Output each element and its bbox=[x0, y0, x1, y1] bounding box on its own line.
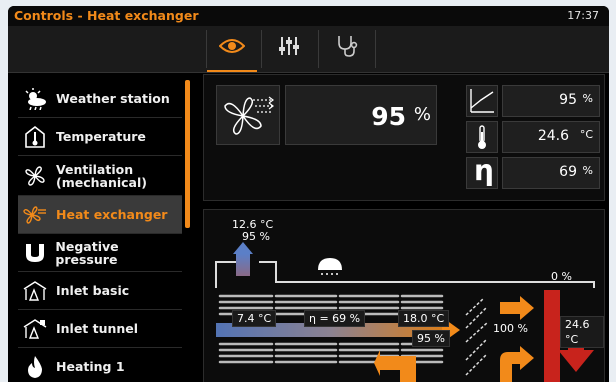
app-screen: Controls - Heat exchanger 17:37 Weather … bbox=[8, 6, 609, 382]
sidebar-item-label: Inlet tunnel bbox=[56, 321, 139, 336]
page-title: Controls - Heat exchanger bbox=[14, 8, 199, 23]
right-temperature: 18.0 °C bbox=[398, 310, 450, 327]
efficiency-value-box: 69 % bbox=[502, 157, 600, 189]
curve-value-box: 95 % bbox=[502, 85, 600, 117]
heat-exchanger-diagram: 12.6 °C 95 % 7.4 °C η = 69 % 18.0 °C 95 … bbox=[203, 209, 605, 382]
summary-panel: 95 % 95 % 24.6 °C η 69 % bbox=[203, 74, 605, 201]
fan-icon bbox=[22, 163, 48, 189]
sidebar-item-label: Weather station bbox=[56, 91, 170, 106]
temperature-unit: °C bbox=[579, 128, 593, 141]
curve-icon bbox=[470, 89, 494, 113]
outlet-percent: 95 % bbox=[242, 230, 270, 243]
efficiency-value: 69 bbox=[559, 164, 577, 180]
top-percent: 0 % bbox=[551, 270, 572, 283]
tab-overview[interactable] bbox=[207, 26, 257, 72]
house-temperature: 24.6 °C bbox=[560, 316, 604, 348]
sidebar-item-ventilation[interactable]: Ventilation (mechanical) bbox=[18, 156, 182, 196]
tab-diagnostics[interactable] bbox=[322, 26, 372, 70]
fan-percent: 95 % bbox=[412, 330, 450, 347]
thermometer-icon bbox=[22, 124, 48, 150]
heat-exchanger-symbol bbox=[216, 85, 280, 145]
sliders-icon bbox=[278, 35, 300, 61]
tab-settings[interactable] bbox=[264, 26, 314, 70]
stethoscope-icon bbox=[336, 34, 358, 62]
main-unit: % bbox=[413, 104, 431, 125]
sidebar-item-heating-1[interactable]: Heating 1 bbox=[18, 348, 182, 382]
main-value: 95 bbox=[371, 102, 406, 131]
inlet-basic-icon bbox=[22, 278, 48, 304]
sidebar-item-label: Negative pressure bbox=[55, 238, 119, 267]
sidebar: Weather station Temperature Ventilation(… bbox=[8, 80, 193, 382]
sidebar-item-heat-exchanger[interactable]: Heat exchanger bbox=[18, 196, 182, 234]
sidebar-item-label: Inlet basic bbox=[56, 283, 130, 298]
clock: 17:37 bbox=[567, 9, 599, 22]
sidebar-item-label: Temperature bbox=[56, 129, 146, 144]
bypass-percent: 100 % bbox=[493, 322, 528, 335]
label-line-2: (mechanical) bbox=[56, 174, 147, 190]
heat-exchanger-icon bbox=[22, 202, 48, 228]
thermometer-icon bbox=[478, 125, 486, 149]
tab-divider bbox=[375, 30, 376, 68]
sidebar-item-temperature[interactable]: Temperature bbox=[18, 118, 182, 156]
negative-pressure-icon bbox=[22, 240, 47, 266]
thermometer-icon-box bbox=[466, 121, 498, 153]
curve-unit: % bbox=[582, 92, 593, 105]
temperature-value-box: 24.6 °C bbox=[502, 121, 600, 153]
weather-icon bbox=[22, 86, 48, 112]
sidebar-item-label: Heat exchanger bbox=[56, 207, 168, 222]
sidebar-item-inlet-basic[interactable]: Inlet basic bbox=[18, 272, 182, 310]
efficiency-unit: % bbox=[582, 164, 593, 177]
left-temperature: 7.4 °C bbox=[232, 310, 277, 327]
sidebar-item-label: Ventilation (mechanical) bbox=[56, 163, 147, 189]
temperature-value: 24.6 bbox=[537, 128, 569, 144]
sidebar-scrollbar[interactable] bbox=[185, 80, 190, 228]
inlet-tunnel-icon bbox=[22, 316, 48, 342]
shower-icon bbox=[318, 258, 342, 275]
efficiency-label: η = 69 % bbox=[304, 310, 366, 327]
tab-divider bbox=[318, 30, 319, 68]
eta-icon: η bbox=[474, 154, 494, 187]
flame-icon bbox=[22, 354, 48, 380]
main-value-box: 95 % bbox=[285, 85, 437, 145]
sidebar-item-inlet-tunnel[interactable]: Inlet tunnel bbox=[18, 310, 182, 348]
heat-exchanger-icon bbox=[224, 96, 274, 135]
efficiency-icon-box: η bbox=[466, 154, 498, 189]
curve-value: 95 bbox=[559, 92, 577, 108]
tab-bar bbox=[8, 26, 609, 73]
curve-icon-box bbox=[466, 85, 498, 117]
sidebar-item-label: Heating 1 bbox=[56, 359, 125, 374]
eye-icon bbox=[218, 38, 246, 58]
sidebar-item-negative-pressure[interactable]: Negative pressure bbox=[18, 234, 182, 272]
sidebar-item-weather-station[interactable]: Weather station bbox=[18, 80, 182, 118]
tab-divider bbox=[261, 30, 262, 68]
title-bar: Controls - Heat exchanger 17:37 bbox=[8, 6, 609, 26]
